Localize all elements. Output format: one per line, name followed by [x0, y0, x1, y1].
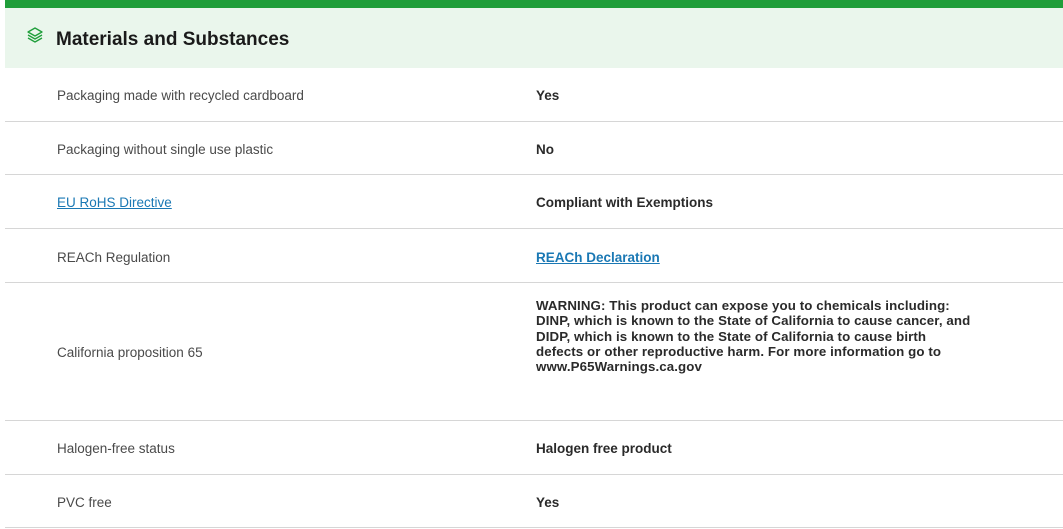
table-row: Halogen-free status Halogen free product: [5, 421, 1063, 475]
prop65-warning: WARNING: This product can expose you to …: [536, 298, 971, 375]
layers-icon: [25, 25, 45, 45]
row-label: Packaging made with recycled cardboard: [57, 88, 304, 103]
row-label: Halogen-free status: [57, 441, 175, 456]
table-row: EU RoHS Directive Compliant with Exempti…: [5, 175, 1063, 229]
section-header[interactable]: Materials and Substances: [5, 8, 1063, 68]
row-label: PVC free: [57, 495, 112, 510]
row-value: Yes: [536, 495, 560, 510]
materials-substances-panel: Materials and Substances Packaging made …: [5, 0, 1063, 529]
table-row: California proposition 65 WARNING: This …: [5, 283, 1063, 421]
row-value: Halogen free product: [536, 441, 672, 456]
row-label: Packaging without single use plastic: [57, 142, 274, 157]
row-value: Compliant with Exemptions: [536, 195, 714, 210]
table-row: Packaging without single use plastic No: [5, 122, 1063, 175]
table-row: PVC free Yes: [5, 475, 1063, 528]
table-row: Packaging made with recycled cardboard Y…: [5, 68, 1063, 122]
row-label: California proposition 65: [57, 345, 203, 360]
row-label: REACh Regulation: [57, 250, 171, 265]
accent-bar: [5, 0, 1063, 8]
row-value: No: [536, 142, 554, 157]
reach-declaration-link[interactable]: REACh Declaration: [536, 250, 660, 265]
table-row: REACh Regulation REACh Declaration: [5, 229, 1063, 283]
section-title: Materials and Substances: [56, 29, 290, 50]
eu-rohs-link[interactable]: EU RoHS Directive: [57, 195, 172, 210]
row-value: Yes: [536, 88, 560, 103]
